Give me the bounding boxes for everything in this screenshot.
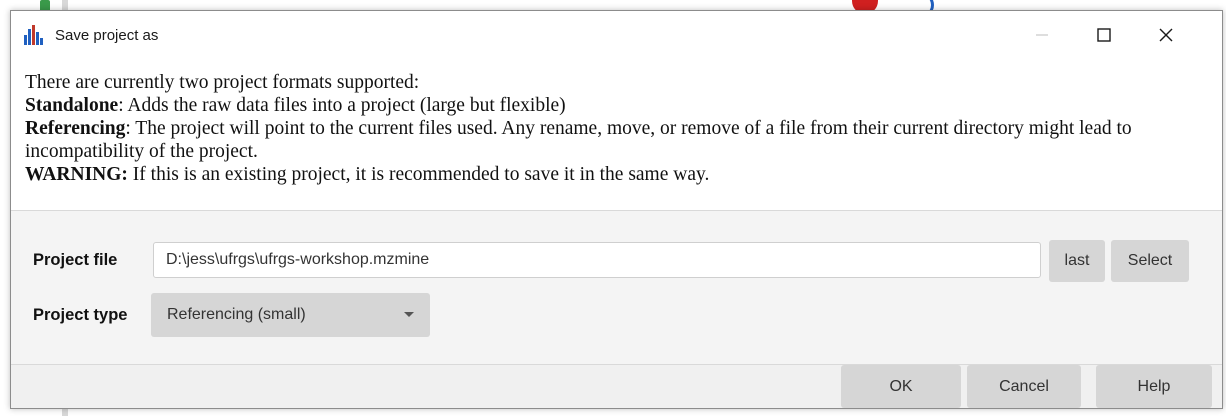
warning-label: WARNING: — [25, 164, 128, 185]
select-button[interactable]: Select — [1111, 240, 1189, 282]
referencing-line: Referencing: The project will point to t… — [25, 117, 1205, 163]
project-type-label: Project type — [33, 306, 128, 324]
close-button[interactable] — [1135, 11, 1197, 59]
minimize-button[interactable] — [1011, 11, 1073, 59]
project-file-input[interactable]: D:\jess\ufrgs\ufrgs-workshop.mzmine — [153, 242, 1041, 278]
ok-button[interactable]: OK — [841, 365, 961, 408]
project-type-dropdown[interactable]: Referencing (small) — [151, 293, 430, 337]
close-icon — [1159, 28, 1173, 42]
minimize-icon — [1036, 34, 1048, 36]
project-file-label: Project file — [33, 251, 118, 269]
help-button[interactable]: Help — [1096, 365, 1212, 408]
warning-text: If this is an existing project, it is re… — [127, 164, 710, 185]
cancel-button[interactable]: Cancel — [967, 365, 1081, 408]
standalone-text: : Adds the raw data files into a project… — [118, 95, 566, 116]
maximize-icon — [1097, 28, 1111, 42]
button-bar: OK Cancel Help — [11, 365, 1222, 408]
standalone-label: Standalone — [25, 95, 119, 116]
standalone-line: Standalone: Adds the raw data files into… — [25, 94, 1205, 117]
referencing-label: Referencing — [25, 118, 126, 139]
bar-chart-icon — [24, 25, 43, 45]
chevron-down-icon — [404, 312, 414, 317]
warning-line: WARNING: If this is an existing project,… — [25, 163, 1205, 186]
referencing-text: : The project will point to the current … — [25, 118, 1132, 162]
maximize-button[interactable] — [1073, 11, 1135, 59]
project-type-value: Referencing (small) — [167, 306, 306, 323]
title-bar[interactable]: Save project as — [11, 11, 1222, 61]
parameter-form: Project file D:\jess\ufrgs\ufrgs-worksho… — [11, 211, 1222, 364]
format-description: There are currently two project formats … — [25, 71, 1205, 186]
save-project-dialog: Save project as There are currently two … — [10, 10, 1223, 409]
window-title: Save project as — [55, 27, 159, 44]
last-button[interactable]: last — [1049, 240, 1105, 282]
intro-text: There are currently two project formats … — [25, 72, 420, 93]
